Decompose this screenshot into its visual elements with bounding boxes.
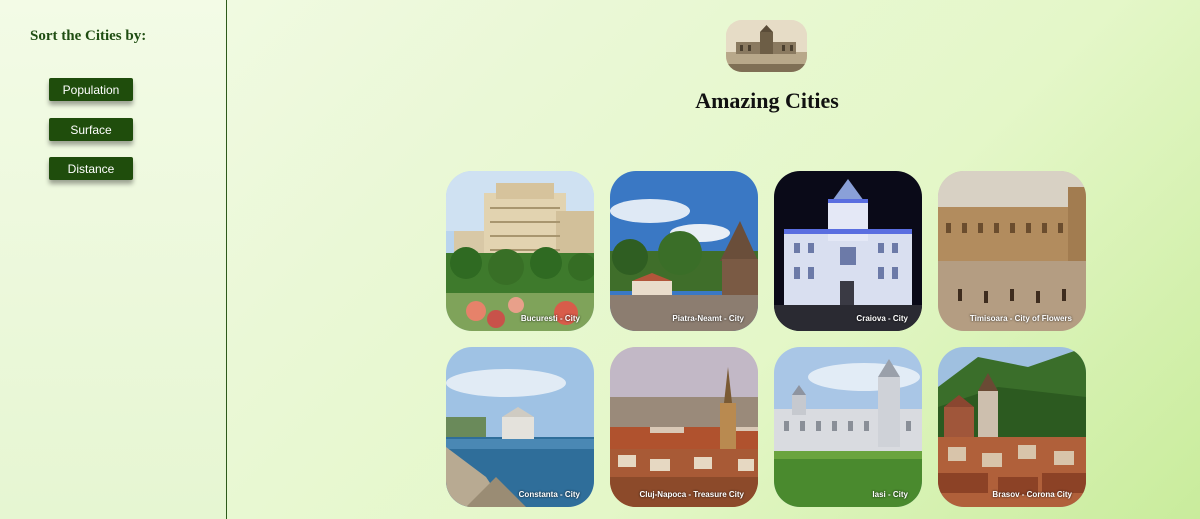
city-card-piatra-neamt[interactable]: Piatra-Neamt - City xyxy=(610,171,758,331)
city-card-craiova[interactable]: Craiova - City xyxy=(774,171,922,331)
city-image xyxy=(610,347,758,507)
sidebar-title: Sort the Cities by: xyxy=(30,28,147,44)
page-title: Amazing Cities xyxy=(695,88,839,113)
city-caption: Timisoara - City of Flowers xyxy=(969,314,1072,323)
city-card-brasov[interactable]: Brasov - Corona City xyxy=(938,347,1086,507)
city-image xyxy=(446,171,594,331)
city-card-bucuresti[interactable]: Bucuresti - City xyxy=(446,171,594,331)
city-card-cluj-napoca[interactable]: Cluj-Napoca - Treasure City xyxy=(610,347,758,507)
city-image xyxy=(610,171,758,331)
city-caption: Craiova - City xyxy=(856,314,908,323)
city-caption: Bucuresti - City xyxy=(520,314,580,323)
header-logo-image xyxy=(726,20,807,72)
city-caption: Constanta - City xyxy=(518,490,580,499)
city-card-iasi[interactable]: Iasi - City xyxy=(774,347,922,507)
sort-distance-button[interactable]: Distance xyxy=(49,157,133,180)
city-caption: Iasi - City xyxy=(872,490,908,499)
city-image xyxy=(774,171,922,331)
city-caption: Cluj-Napoca - Treasure City xyxy=(639,490,744,499)
sort-population-button[interactable]: Population xyxy=(49,78,133,101)
sort-surface-button[interactable]: Surface xyxy=(49,118,133,141)
city-image xyxy=(938,171,1086,331)
city-caption: Brasov - Corona City xyxy=(992,490,1072,499)
city-card-timisoara[interactable]: Timisoara - City of Flowers xyxy=(938,171,1086,331)
city-card-constanta[interactable]: Constanta - City xyxy=(446,347,594,507)
city-image xyxy=(774,347,922,507)
city-image xyxy=(938,347,1086,507)
sidebar: Sort the Cities by: Population Surface D… xyxy=(0,0,227,519)
city-image xyxy=(446,347,594,507)
city-caption: Piatra-Neamt - City xyxy=(672,314,744,323)
